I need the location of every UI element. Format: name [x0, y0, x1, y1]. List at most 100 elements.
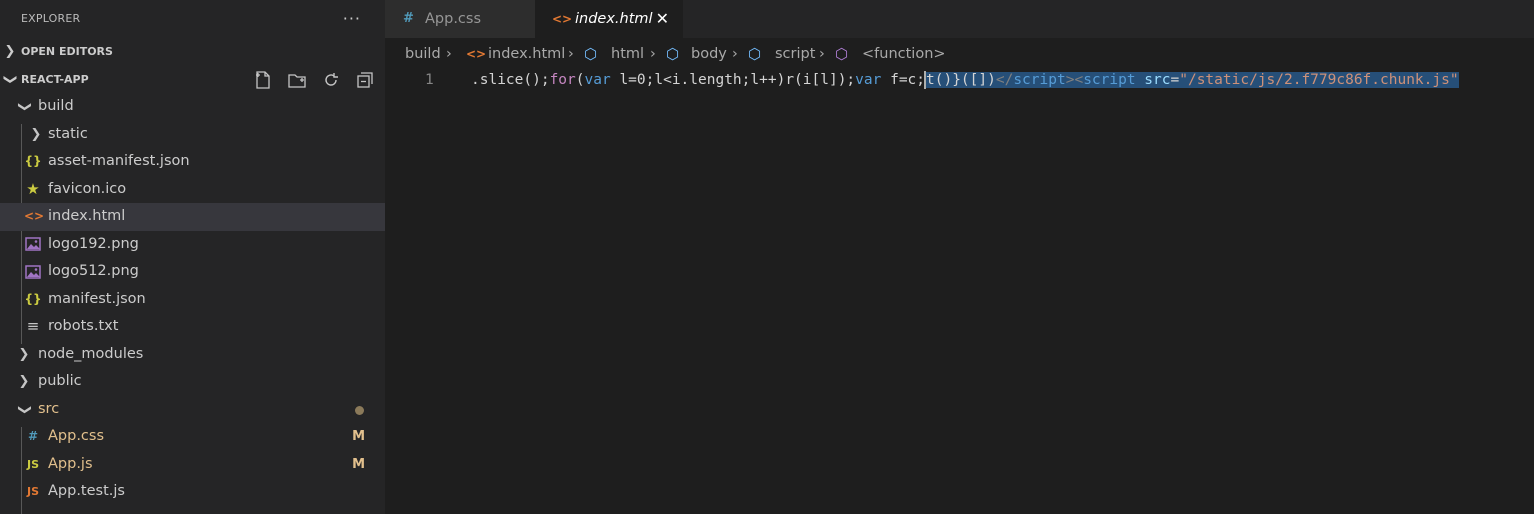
- tree-file-robots[interactable]: ≡ robots.txt: [0, 313, 385, 341]
- image-file-icon: [24, 258, 42, 286]
- symbol-element-icon: ⬡: [584, 45, 598, 63]
- modified-badge: M: [352, 456, 365, 472]
- explorer-actions: [253, 71, 375, 89]
- code-token: l=0;l<i.length;l++)r(i[l]);: [610, 72, 856, 88]
- tree-file-app-js[interactable]: JS App.js M: [0, 451, 385, 479]
- star-file-icon: ★: [26, 179, 40, 198]
- chevron-right-icon: ›: [446, 46, 452, 62]
- css-file-icon: #: [27, 429, 39, 443]
- html-file-icon: <>: [552, 12, 573, 26]
- code-token: .slice();: [471, 72, 550, 88]
- breadcrumb-item[interactable]: html: [611, 38, 644, 70]
- tab-app-css[interactable]: # App.css: [385, 0, 535, 38]
- modified-dot-icon: [355, 405, 364, 415]
- code-token: </: [995, 72, 1014, 88]
- tree-folder-build[interactable]: ❯ build: [0, 93, 385, 121]
- tree-file-app-test-js[interactable]: JS App.test.js: [0, 478, 385, 506]
- tree-item-label: build: [38, 98, 74, 114]
- code-line: 1 .slice();for(var l=0;l<i.length;l++)r(…: [385, 70, 1534, 90]
- chevron-right-icon: ›: [568, 46, 574, 62]
- js-file-icon: JS: [26, 485, 39, 498]
- code-token: var: [855, 72, 882, 88]
- code-token: src: [1135, 72, 1171, 88]
- new-file-icon[interactable]: [253, 71, 273, 89]
- new-folder-icon[interactable]: [287, 71, 307, 89]
- tree-file-manifest[interactable]: {} manifest.json: [0, 286, 385, 314]
- code-token: "/static/js/2.f779c86f.chunk.js": [1179, 72, 1459, 88]
- tree-item-label: logo192.png: [48, 235, 139, 252]
- breadcrumb-item[interactable]: index.html: [488, 38, 565, 70]
- text-file-icon: ≡: [26, 317, 40, 335]
- code-editor[interactable]: 1 .slice();for(var l=0;l<i.length;l++)r(…: [385, 70, 1534, 514]
- tree-file-favicon[interactable]: ★ favicon.ico: [0, 176, 385, 204]
- more-actions-icon[interactable]: ···: [343, 0, 361, 38]
- symbol-function-icon: ⬡: [835, 45, 849, 63]
- tree-item-label: src: [38, 400, 60, 417]
- collapse-all-icon[interactable]: [355, 71, 375, 89]
- tree-folder-static[interactable]: ❯ static: [0, 121, 385, 149]
- tree-item-label: static: [48, 125, 88, 142]
- chevron-right-icon: ›: [819, 46, 825, 62]
- code-token: =: [1170, 72, 1180, 88]
- tree-item-label: logo512.png: [48, 263, 139, 279]
- project-label: REACT-APP: [21, 73, 89, 86]
- tab-label: App.css: [425, 11, 482, 27]
- tree-file-app-css[interactable]: # App.css M: [0, 423, 385, 451]
- html-file-icon: <>: [466, 47, 487, 61]
- tree-item-label: asset-manifest.json: [48, 153, 190, 169]
- symbol-element-icon: ⬡: [748, 45, 762, 63]
- tree-file-logo512[interactable]: logo512.png: [0, 258, 385, 286]
- json-file-icon: {}: [24, 154, 42, 168]
- css-file-icon: #: [403, 11, 414, 26]
- tree-file-index-html[interactable]: <> index.html: [0, 203, 385, 231]
- chevron-right-icon: ❯: [18, 374, 30, 389]
- code-token: t()}([]): [926, 72, 996, 88]
- code-token: script: [1083, 72, 1136, 88]
- close-icon[interactable]: ✕: [656, 0, 669, 38]
- tree-folder-src[interactable]: ❯ src: [0, 396, 385, 424]
- breadcrumb: build › <> index.html › ⬡ html › ⬡ body …: [385, 38, 1534, 70]
- chevron-down-icon: ❯: [2, 74, 18, 85]
- breadcrumb-item[interactable]: script: [775, 38, 815, 70]
- code-text: .slice();for(var l=0;l<i.length;l++)r(i[…: [471, 70, 1459, 90]
- explorer-sidebar: EXPLORER ··· ❯ OPEN EDITORS ❯ REACT-APP …: [0, 0, 385, 514]
- open-editors-label: OPEN EDITORS: [21, 45, 113, 58]
- tree-item-label: manifest.json: [48, 290, 146, 307]
- tree-file-logo192[interactable]: logo192.png: [0, 231, 385, 259]
- tree-folder-node-modules[interactable]: ❯ node_modules: [0, 341, 385, 369]
- breadcrumb-item[interactable]: <function>: [862, 38, 946, 70]
- chevron-right-icon: ❯: [30, 126, 42, 142]
- image-file-icon: [24, 231, 42, 259]
- line-number: 1: [425, 72, 434, 88]
- tree-item-label: App.js: [48, 455, 93, 472]
- code-token: var: [584, 72, 611, 88]
- tree-item-label: App.css: [48, 428, 105, 444]
- code-token: f=c;: [881, 72, 926, 88]
- modified-badge: M: [352, 429, 365, 444]
- tab-label: index.html: [575, 11, 653, 27]
- symbol-element-icon: ⬡: [666, 45, 680, 63]
- project-section[interactable]: ❯ REACT-APP: [0, 66, 385, 93]
- explorer-title: EXPLORER: [21, 12, 81, 25]
- tree-item-label: public: [38, 373, 82, 389]
- chevron-right-icon: ❯: [4, 44, 16, 59]
- tree-folder-public[interactable]: ❯ public: [0, 368, 385, 396]
- tree-item-label: index.html: [48, 208, 126, 224]
- tree-file-asset-manifest[interactable]: {} asset-manifest.json: [0, 148, 385, 176]
- code-token: for: [549, 72, 576, 88]
- chevron-right-icon: ❯: [18, 346, 30, 362]
- chevron-down-icon: ❯: [16, 403, 32, 415]
- explorer-header: EXPLORER ···: [0, 0, 385, 38]
- json-file-icon: {}: [24, 291, 42, 306]
- breadcrumb-item[interactable]: body: [691, 38, 727, 70]
- code-token: (: [575, 72, 585, 88]
- js-file-icon: JS: [26, 457, 39, 471]
- refresh-icon[interactable]: [321, 71, 341, 89]
- open-editors-section[interactable]: ❯ OPEN EDITORS: [0, 38, 385, 65]
- code-token: script: [1013, 72, 1066, 88]
- code-token: ><: [1065, 72, 1084, 88]
- breadcrumb-item[interactable]: build: [405, 38, 441, 70]
- chevron-right-icon: ›: [732, 46, 738, 62]
- tab-index-html[interactable]: <> index.html ✕: [535, 0, 683, 38]
- tree-item-label: favicon.ico: [48, 180, 127, 197]
